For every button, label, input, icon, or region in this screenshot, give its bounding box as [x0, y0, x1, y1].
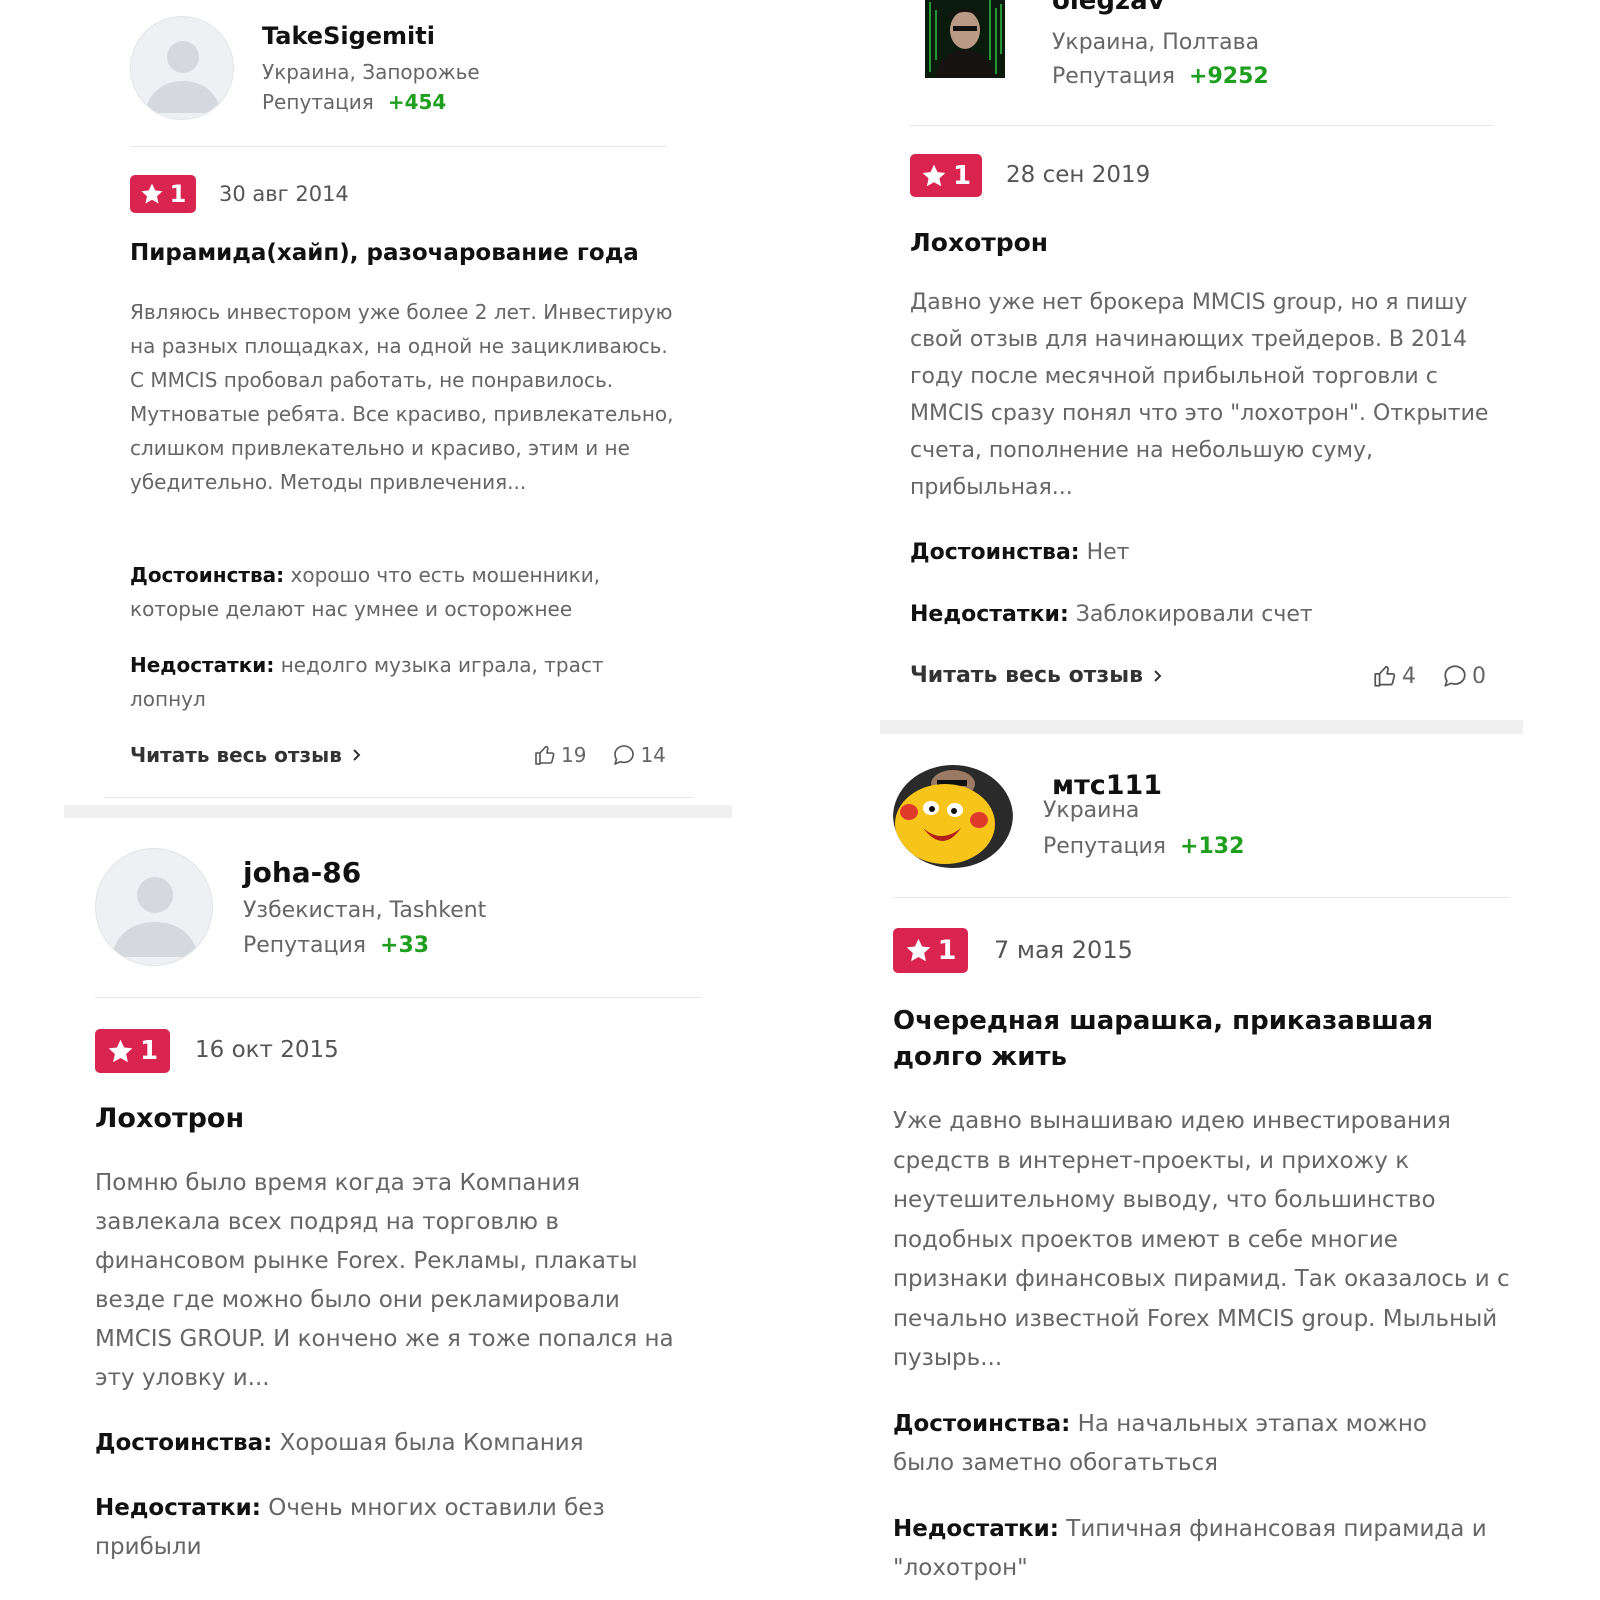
- reputation-value: +454: [387, 90, 447, 114]
- thumbs-up-icon: [1374, 665, 1396, 687]
- chevron-right-icon: [1154, 669, 1162, 682]
- user-placeholder-icon: [112, 877, 198, 957]
- user-reputation: Репутация +132: [1043, 834, 1244, 859]
- star-icon: [922, 164, 946, 186]
- reputation-value: +9252: [1189, 64, 1269, 89]
- divider: [893, 897, 1510, 898]
- reputation-label: Репутация: [1052, 64, 1176, 89]
- review-pros: Достоинства: Нет: [910, 534, 1495, 571]
- reputation-label: Репутация: [1043, 834, 1167, 859]
- like-button[interactable]: 4: [1372, 663, 1416, 689]
- reputation-value: +132: [1180, 834, 1245, 859]
- read-full-review-link[interactable]: Читать весь отзыв: [130, 743, 362, 767]
- review-text: Помню было время когда эта Компания завл…: [95, 1170, 674, 1391]
- like-count: 19: [561, 743, 587, 767]
- user-name[interactable]: olegzav: [1052, 0, 1165, 16]
- user-photo: [893, 765, 1013, 868]
- review-title[interactable]: Очередная шарашка, приказавшая долго жит…: [893, 1003, 1493, 1075]
- comment-icon: [1444, 665, 1466, 687]
- pros-text: Хорошая была Компания: [279, 1430, 584, 1456]
- review-pros: Достоинства: На начальных этапах можно б…: [893, 1405, 1493, 1483]
- star-icon: [906, 938, 930, 962]
- comment-button[interactable]: 0: [1442, 663, 1486, 689]
- chevron-right-icon: [353, 749, 361, 761]
- review-text: Давно уже нет брокера MMCIS group, но я …: [910, 290, 1489, 500]
- user-location: Украина: [1043, 798, 1140, 823]
- comment-count: 0: [1472, 663, 1486, 689]
- user-reputation: Репутация +33: [243, 933, 429, 958]
- pros-text: Нет: [1086, 540, 1130, 565]
- reputation-value: +33: [380, 933, 430, 958]
- like-button[interactable]: 19: [533, 743, 586, 767]
- section-separator: [64, 805, 732, 818]
- user-name[interactable]: мтс111: [1052, 770, 1162, 801]
- reputation-label: Репутация: [262, 90, 374, 114]
- comment-button[interactable]: 14: [612, 743, 666, 767]
- avatar[interactable]: [130, 16, 234, 120]
- cons-label: Недостатки:: [95, 1495, 261, 1521]
- user-reputation: Репутация +9252: [1052, 64, 1269, 89]
- pros-label: Достоинства:: [893, 1411, 1071, 1437]
- rating-value: 1: [952, 160, 972, 191]
- avatar[interactable]: [925, 0, 1005, 78]
- review-date: 7 мая 2015: [994, 936, 1133, 964]
- rating-value: 1: [937, 935, 957, 966]
- user-placeholder-icon: [145, 41, 221, 113]
- review-date: 30 авг 2014: [219, 182, 349, 206]
- rating-value: 1: [169, 180, 187, 208]
- divider: [130, 146, 666, 147]
- review-text: Являюсь инвестором уже более 2 лет. Инве…: [130, 300, 674, 494]
- review-cons: Недостатки: Очень многих оставили без пр…: [95, 1489, 700, 1567]
- review-title[interactable]: Лохотрон: [95, 1103, 695, 1134]
- review-date: 28 сен 2019: [1006, 162, 1151, 188]
- review-stats: 4 0: [1372, 663, 1486, 689]
- review-date: 16 окт 2015: [195, 1037, 339, 1063]
- review-cons: Недостатки: Заблокировали счет: [910, 596, 1495, 633]
- rating-badge: 1: [893, 928, 968, 973]
- reputation-label: Репутация: [243, 933, 367, 958]
- user-name[interactable]: joha-86: [243, 856, 361, 889]
- section-separator: [880, 720, 1523, 734]
- review-title[interactable]: Пирамида(хайп), разочарование года: [130, 240, 670, 266]
- star-icon: [141, 183, 163, 204]
- review-cons: Недостатки: недолго музыка играла, траст…: [130, 648, 665, 716]
- like-count: 4: [1402, 663, 1416, 689]
- cons-label: Недостатки:: [910, 602, 1069, 627]
- cons-label: Недостатки:: [893, 1516, 1059, 1542]
- read-full-review-label: Читать весь отзыв: [130, 743, 342, 767]
- star-icon: [108, 1039, 133, 1062]
- pros-label: Достоинства:: [910, 540, 1080, 565]
- review-stats: 19 14: [533, 743, 666, 767]
- read-full-review-link[interactable]: Читать весь отзыв: [910, 663, 1163, 688]
- pros-label: Достоинства:: [130, 563, 285, 587]
- cons-label: Недостатки:: [130, 653, 275, 677]
- read-full-review-label: Читать весь отзыв: [910, 663, 1144, 688]
- comment-count: 14: [640, 743, 666, 767]
- review-pros: Достоинства: хорошо что есть мошенники, …: [130, 558, 665, 626]
- comment-icon: [614, 745, 635, 765]
- user-location: Украина, Полтава: [1052, 30, 1260, 55]
- user-reputation: Репутация +454: [262, 90, 446, 114]
- rating-badge: 1: [130, 175, 196, 213]
- user-location: Украина, Запорожье: [262, 60, 480, 84]
- cons-text: Заблокировали счет: [1075, 602, 1313, 627]
- avatar[interactable]: [893, 762, 1013, 868]
- user-photo: [925, 0, 1005, 78]
- review-cons: Недостатки: Типичная финансовая пирамида…: [893, 1510, 1513, 1588]
- rating-value: 1: [139, 1036, 159, 1066]
- rating-badge: 1: [95, 1029, 170, 1073]
- rating-badge: 1: [910, 154, 982, 197]
- avatar[interactable]: [95, 848, 213, 966]
- review-title[interactable]: Лохотрон: [910, 228, 1490, 257]
- review-text: Уже давно вынашиваю идею инвестирования …: [893, 1108, 1510, 1371]
- divider: [95, 997, 702, 998]
- user-location: Узбекистан, Tashkent: [243, 898, 487, 923]
- divider: [104, 797, 694, 798]
- user-name[interactable]: TakeSigemiti: [262, 22, 435, 50]
- divider: [910, 125, 1494, 126]
- thumbs-up-icon: [535, 745, 555, 765]
- pros-label: Достоинства:: [95, 1430, 273, 1456]
- review-pros: Достоинства: Хорошая была Компания: [95, 1424, 700, 1463]
